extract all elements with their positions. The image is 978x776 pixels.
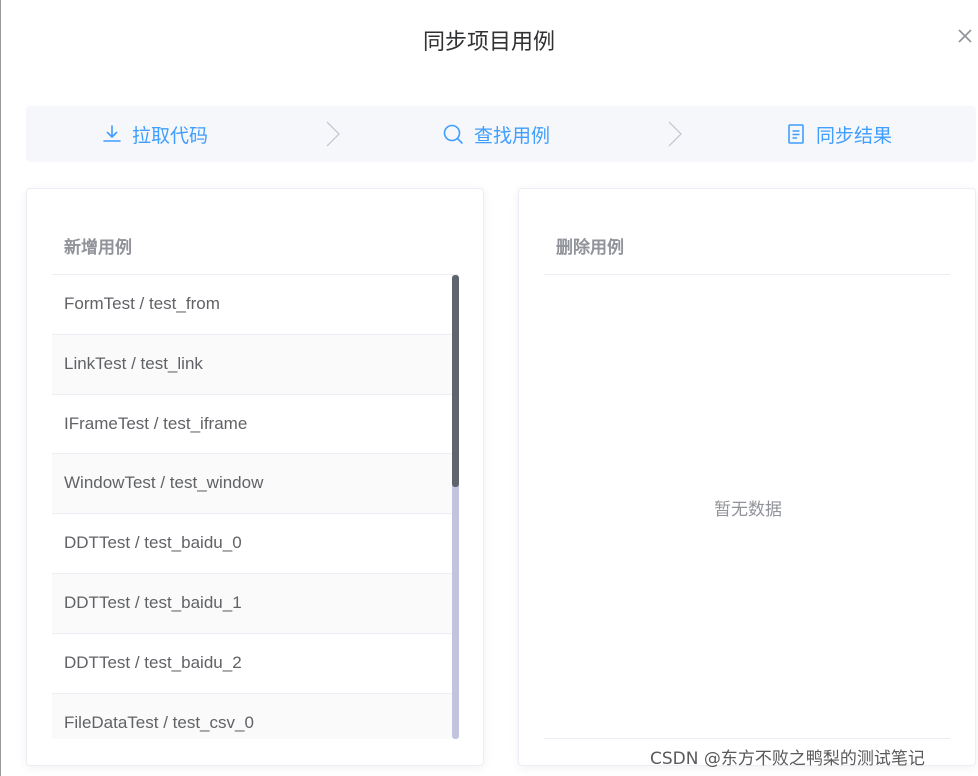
step-label: 拉取代码 [132,124,209,147]
list-item[interactable]: DDTTest / test_baidu_2 [52,634,452,694]
download-icon [103,125,121,142]
step-sync-result[interactable]: 同步结果 [786,106,892,162]
watermark: CSDN @东方不败之鸭梨的测试笔记 [650,749,925,769]
list-item[interactable]: DDTTest / test_baidu_0 [52,514,452,574]
added-cases-list[interactable]: FormTest / test_from LinkTest / test_lin… [52,275,452,739]
close-icon[interactable] [956,27,974,45]
step-pull-code[interactable]: 拉取代码 [102,106,208,162]
panel-header: 删除用例 [544,189,950,275]
scrollbar-thumb[interactable] [452,275,459,487]
panel-title: 新增用例 [64,238,132,258]
step-label: 同步结果 [816,124,893,147]
panel-header: 新增用例 [52,189,458,275]
window-edge [0,0,1,776]
step-find-cases[interactable]: 查找用例 [442,106,550,162]
list-item[interactable]: WindowTest / test_window [52,454,452,515]
list-item[interactable]: FileDataTest / test_csv_0 [52,693,452,739]
divider [544,738,950,739]
chevron-right-icon [668,121,682,147]
chevron-right-icon [326,121,340,147]
dialog-title: 同步项目用例 [422,30,555,55]
document-icon [788,124,804,144]
added-cases-panel: 新增用例 FormTest / test_from LinkTest / tes… [26,188,484,766]
scrollbar[interactable] [452,275,459,739]
panel-title: 删除用例 [556,238,624,258]
list-item[interactable]: LinkTest / test_link [52,334,452,395]
deleted-cases-panel: 删除用例 暂无数据 [518,188,976,766]
search-icon [443,124,463,144]
list-item[interactable]: DDTTest / test_baidu_1 [52,573,452,634]
steps-bar: 拉取代码 查找用例 同步结果 [26,106,976,162]
list-item[interactable]: IFrameTest / test_iframe [52,395,452,455]
list-item[interactable]: FormTest / test_from [52,275,452,335]
empty-state-text: 暂无数据 [714,500,782,520]
step-label: 查找用例 [474,124,551,147]
